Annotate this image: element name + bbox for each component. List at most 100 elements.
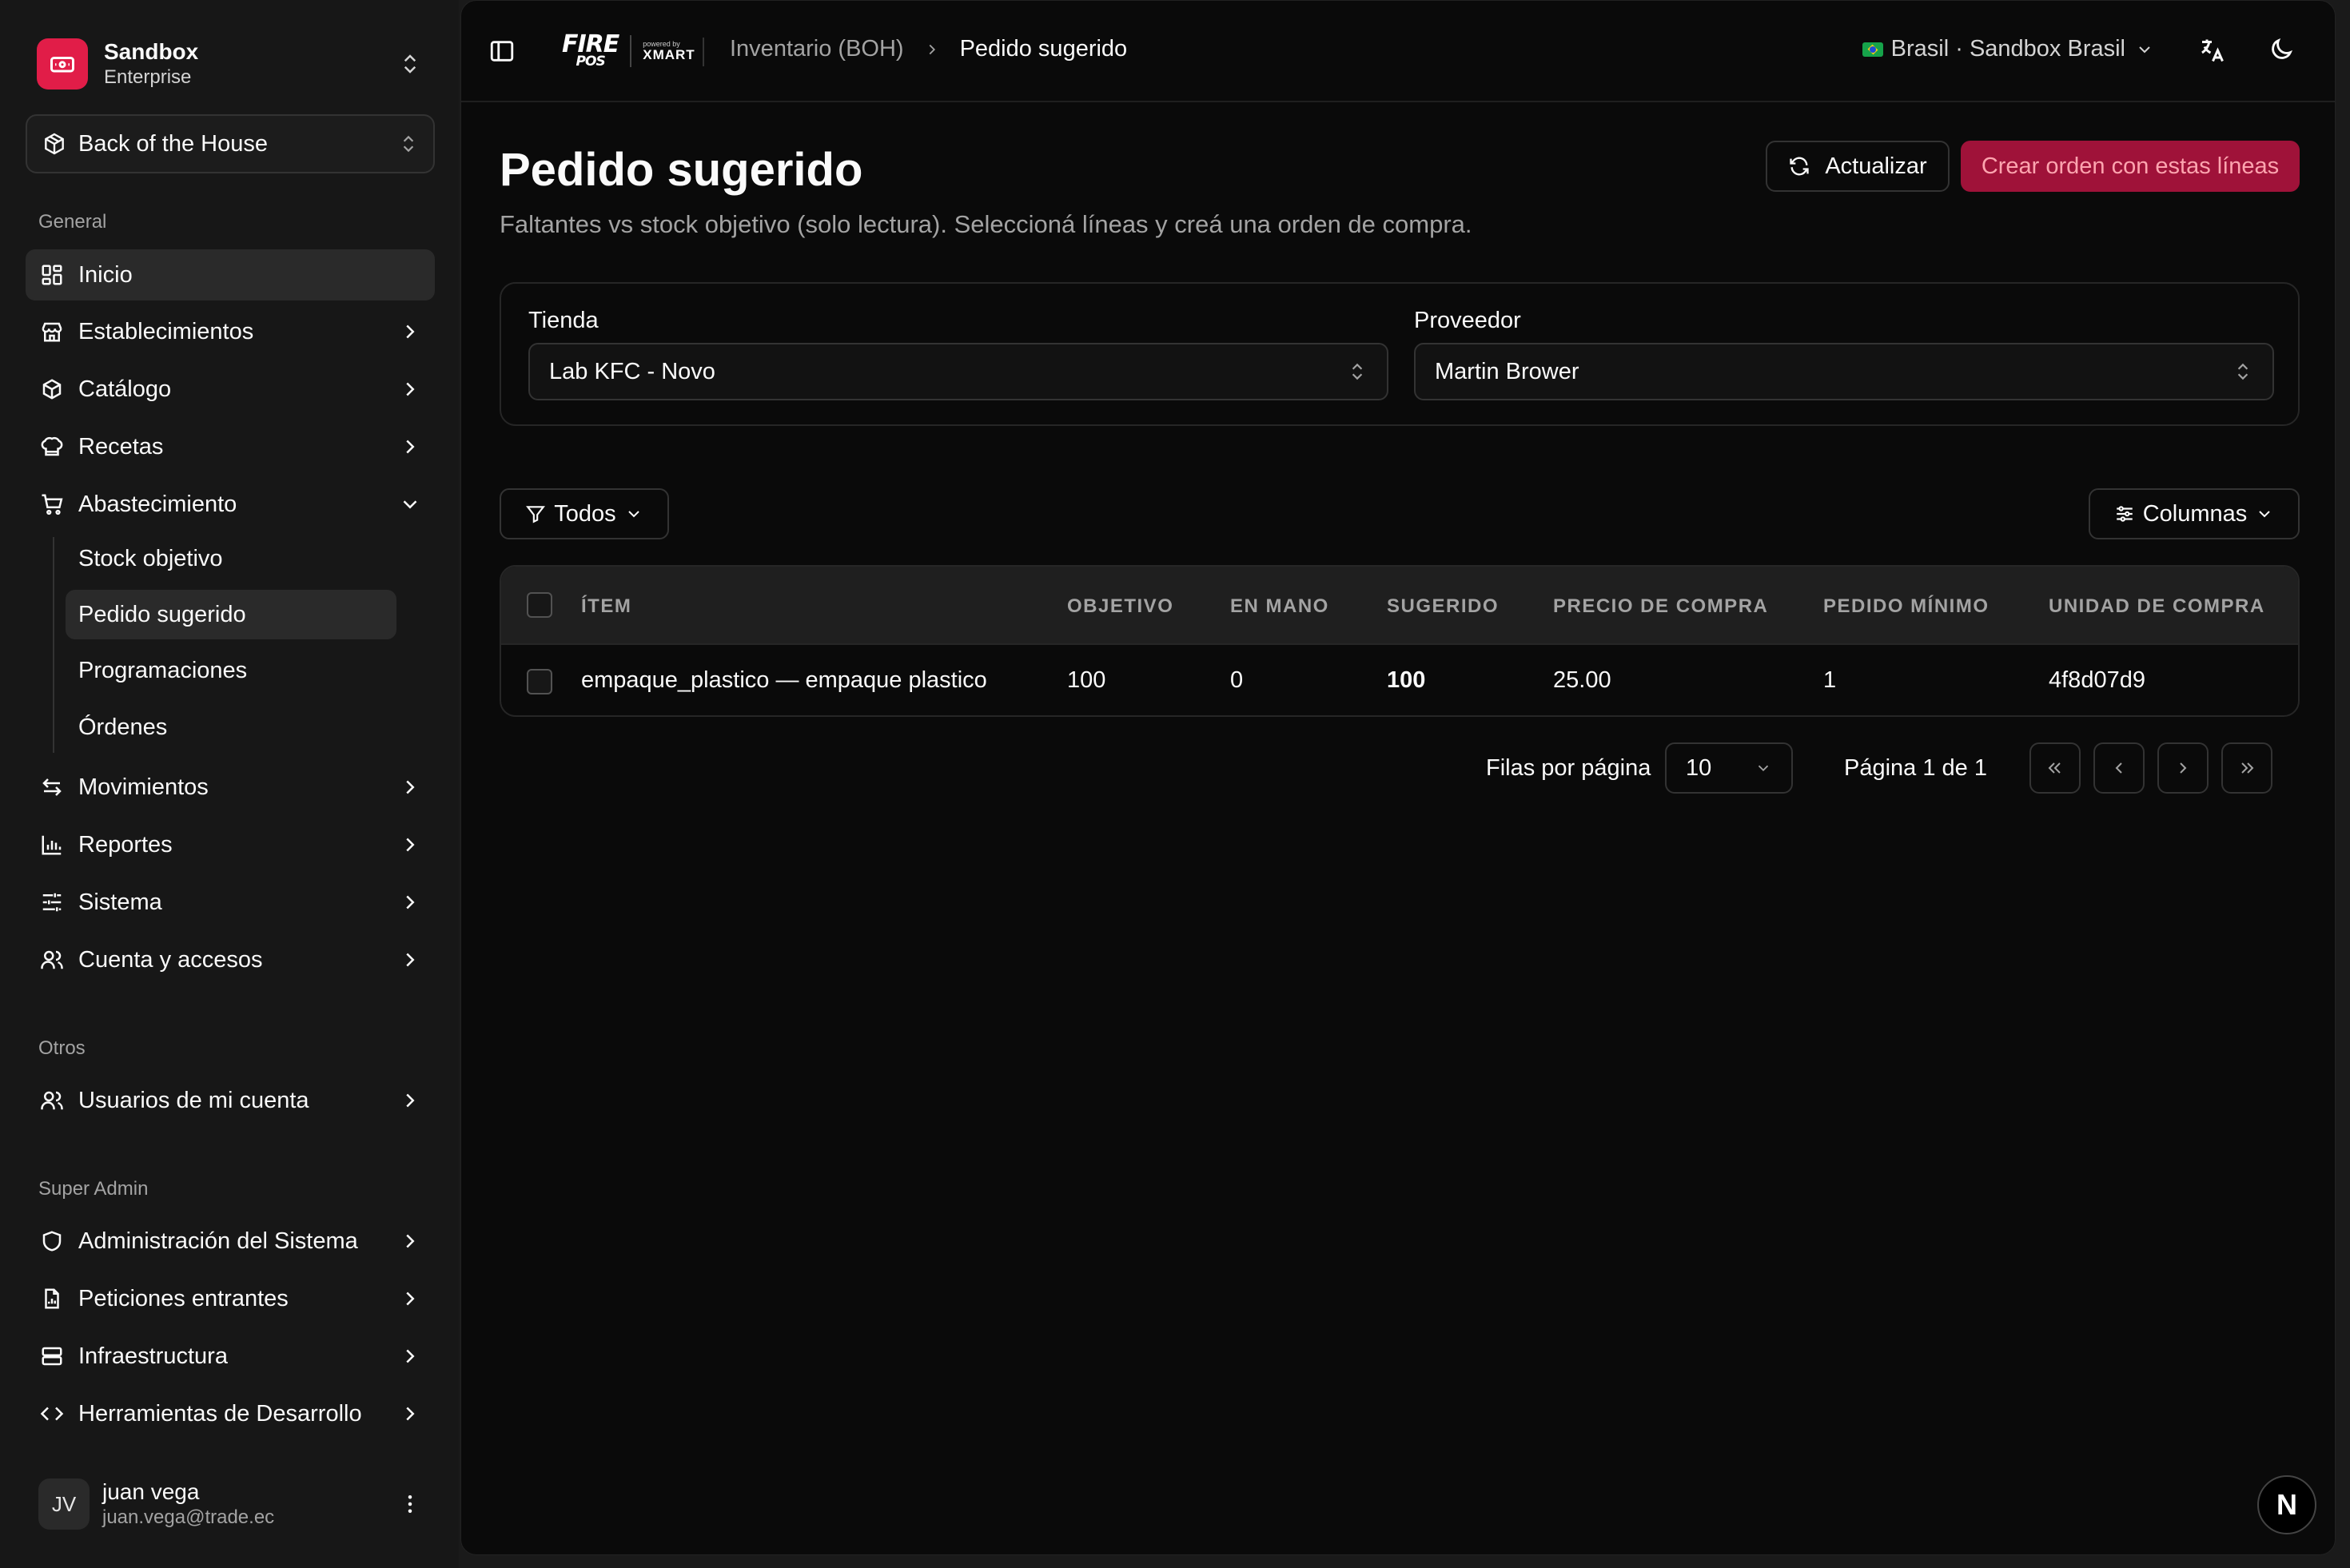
- sidebar-item-recetas[interactable]: Recetas: [26, 421, 435, 472]
- breadcrumb-parent[interactable]: Inventario (BOH): [730, 36, 904, 62]
- section-general: General: [38, 211, 107, 233]
- breadcrumb: Inventario (BOH) Pedido sugerido: [730, 36, 1127, 62]
- col-precio-compra[interactable]: PRECIO DE COMPRA: [1553, 595, 1768, 618]
- moon-icon[interactable]: [2268, 36, 2295, 63]
- chevrons-updown-icon: [1352, 363, 1363, 380]
- last-page-button[interactable]: [2221, 742, 2272, 794]
- cell-en-mano: 0: [1230, 667, 1244, 693]
- arrows-icon: [38, 774, 66, 801]
- columns-button[interactable]: Columnas: [2089, 488, 2300, 539]
- sidebar-item-peticiones[interactable]: Peticiones entrantes: [26, 1273, 435, 1324]
- store-label: Tienda: [528, 308, 599, 333]
- context-selector[interactable]: Back of the House: [26, 114, 435, 173]
- col-sugerido[interactable]: SUGERIDO: [1387, 595, 1499, 618]
- filter-icon: [526, 506, 546, 523]
- users-icon: [38, 946, 66, 973]
- sidebar-item-admin-sistema[interactable]: Administración del Sistema: [26, 1216, 435, 1267]
- row-checkbox[interactable]: [527, 669, 552, 694]
- sidebar-item-herramientas[interactable]: Herramientas de Desarrollo: [26, 1388, 435, 1439]
- org-name: Sandbox: [104, 39, 199, 64]
- chevron-right-icon: [406, 895, 415, 909]
- filter-todos-button[interactable]: Todos: [500, 488, 669, 539]
- chevrons-updown-icon: [403, 135, 414, 153]
- context-label: Back of the House: [78, 130, 268, 157]
- sidebar-toggle-icon[interactable]: [488, 38, 516, 65]
- page-info: Página 1 de 1: [1844, 755, 1987, 781]
- chevron-right-icon: [406, 1407, 415, 1421]
- rows-per-page-select[interactable]: 10: [1665, 742, 1793, 794]
- refresh-label: Actualizar: [1825, 153, 1927, 179]
- chevron-down-icon: [1758, 765, 1769, 772]
- avatar: JV: [38, 1478, 90, 1530]
- sidebar-item-label: Establecimientos: [78, 318, 254, 344]
- brand-xmart-text: XMART: [643, 47, 695, 62]
- region-label: Brasil · Sandbox Brasil: [1890, 36, 2125, 62]
- dashboard-icon: [38, 261, 66, 289]
- col-en-mano[interactable]: EN MANO: [1230, 595, 1329, 618]
- refresh-button[interactable]: Actualizar: [1766, 141, 1950, 192]
- table-header: ÍTEM OBJETIVO EN MANO SUGERIDO PRECIO DE…: [501, 567, 2298, 645]
- sidebar-item-label: Usuarios de mi cuenta: [78, 1087, 309, 1113]
- select-all-checkbox[interactable]: [527, 592, 552, 618]
- sidebar-item-infraestructura[interactable]: Infraestructura: [26, 1331, 435, 1382]
- chevron-right-icon: [406, 780, 415, 794]
- sidebar-item-sistema[interactable]: Sistema: [26, 877, 435, 928]
- sidebar-subitem-pedido-sugerido[interactable]: Pedido sugerido: [66, 590, 396, 639]
- store-value: Lab KFC - Novo: [549, 358, 715, 384]
- sidebar-subitem-programaciones[interactable]: Programaciones: [66, 646, 396, 695]
- sliders-icon: [38, 889, 66, 916]
- brand-xmart: powered by XMART: [643, 40, 695, 62]
- refresh-icon: [1790, 157, 1809, 176]
- sidebar-subitem-ordenes[interactable]: Órdenes: [66, 702, 396, 752]
- col-item[interactable]: ÍTEM: [581, 595, 631, 618]
- translate-icon[interactable]: [2197, 36, 2226, 65]
- file-chart-icon: [38, 1285, 66, 1312]
- submenu-line: [53, 537, 54, 753]
- chevron-right-icon: [406, 1291, 415, 1306]
- chevrons-right-icon: [2241, 762, 2254, 774]
- sidebar-item-reportes[interactable]: Reportes: [26, 819, 435, 870]
- chevron-right-icon: [406, 1234, 415, 1248]
- col-objetivo[interactable]: OBJETIVO: [1067, 595, 1173, 618]
- region-selector[interactable]: Brasil · Sandbox Brasil: [1862, 36, 2154, 62]
- sidebar-item-establecimientos[interactable]: Establecimientos: [26, 306, 435, 357]
- first-page-button[interactable]: [2029, 742, 2081, 794]
- chevron-down-icon: [2139, 46, 2150, 53]
- brazil-flag-icon: [1862, 42, 1883, 57]
- sidebar-subitem-stock-objetivo[interactable]: Stock objetivo: [66, 534, 396, 583]
- breadcrumb-current: Pedido sugerido: [959, 36, 1128, 62]
- main-panel: FIRE POS powered by XMART Inventario (BO…: [460, 0, 2336, 1555]
- sidebar-item-catalogo[interactable]: Catálogo: [26, 364, 435, 415]
- org-switcher[interactable]: Sandbox Enterprise: [24, 24, 432, 104]
- prev-page-button[interactable]: [2093, 742, 2145, 794]
- topbar: FIRE POS powered by XMART Inventario (BO…: [461, 1, 2335, 102]
- cell-precio: 25.00: [1553, 667, 1611, 693]
- topbar-divider: [703, 38, 704, 66]
- brand-fire: FIRE POS: [562, 33, 619, 69]
- cell-item: empaque_plastico — empaque plastico: [581, 667, 987, 693]
- page-title: Pedido sugerido: [500, 144, 863, 196]
- sidebar-item-cuenta-accesos[interactable]: Cuenta y accesos: [26, 934, 435, 985]
- next-page-button[interactable]: [2157, 742, 2209, 794]
- chevron-down-icon: [627, 511, 639, 518]
- nextjs-dev-badge[interactable]: N: [2257, 1475, 2316, 1534]
- chevron-right-icon: [2180, 762, 2187, 774]
- user-menu[interactable]: JV juan vega juan.vega@trade.ec: [24, 1467, 432, 1541]
- col-pedido-minimo[interactable]: PEDIDO MÍNIMO: [1823, 595, 1990, 618]
- chef-hat-icon: [38, 433, 66, 460]
- create-order-button[interactable]: Crear orden con estas líneas: [1961, 141, 2300, 192]
- sidebar-item-usuarios-cuenta[interactable]: Usuarios de mi cuenta: [26, 1075, 435, 1126]
- section-super-admin: Super Admin: [38, 1178, 149, 1200]
- supplier-select[interactable]: Martin Brower: [1414, 343, 2274, 400]
- section-otros: Otros: [38, 1037, 86, 1059]
- server-icon: [38, 1343, 66, 1370]
- cell-unidad: 4f8d07d9: [2049, 667, 2145, 693]
- user-name: juan vega: [102, 1479, 200, 1504]
- sidebar-item-movimientos[interactable]: Movimientos: [26, 762, 435, 813]
- more-vertical-icon[interactable]: [398, 1492, 422, 1516]
- col-unidad-compra[interactable]: UNIDAD DE COMPRA: [2049, 595, 2265, 618]
- sidebar-item-inicio[interactable]: Inicio: [26, 249, 435, 300]
- store-select[interactable]: Lab KFC - Novo: [528, 343, 1388, 400]
- supplier-label: Proveedor: [1414, 308, 1521, 333]
- sidebar-item-abastecimiento[interactable]: Abastecimiento: [26, 479, 435, 530]
